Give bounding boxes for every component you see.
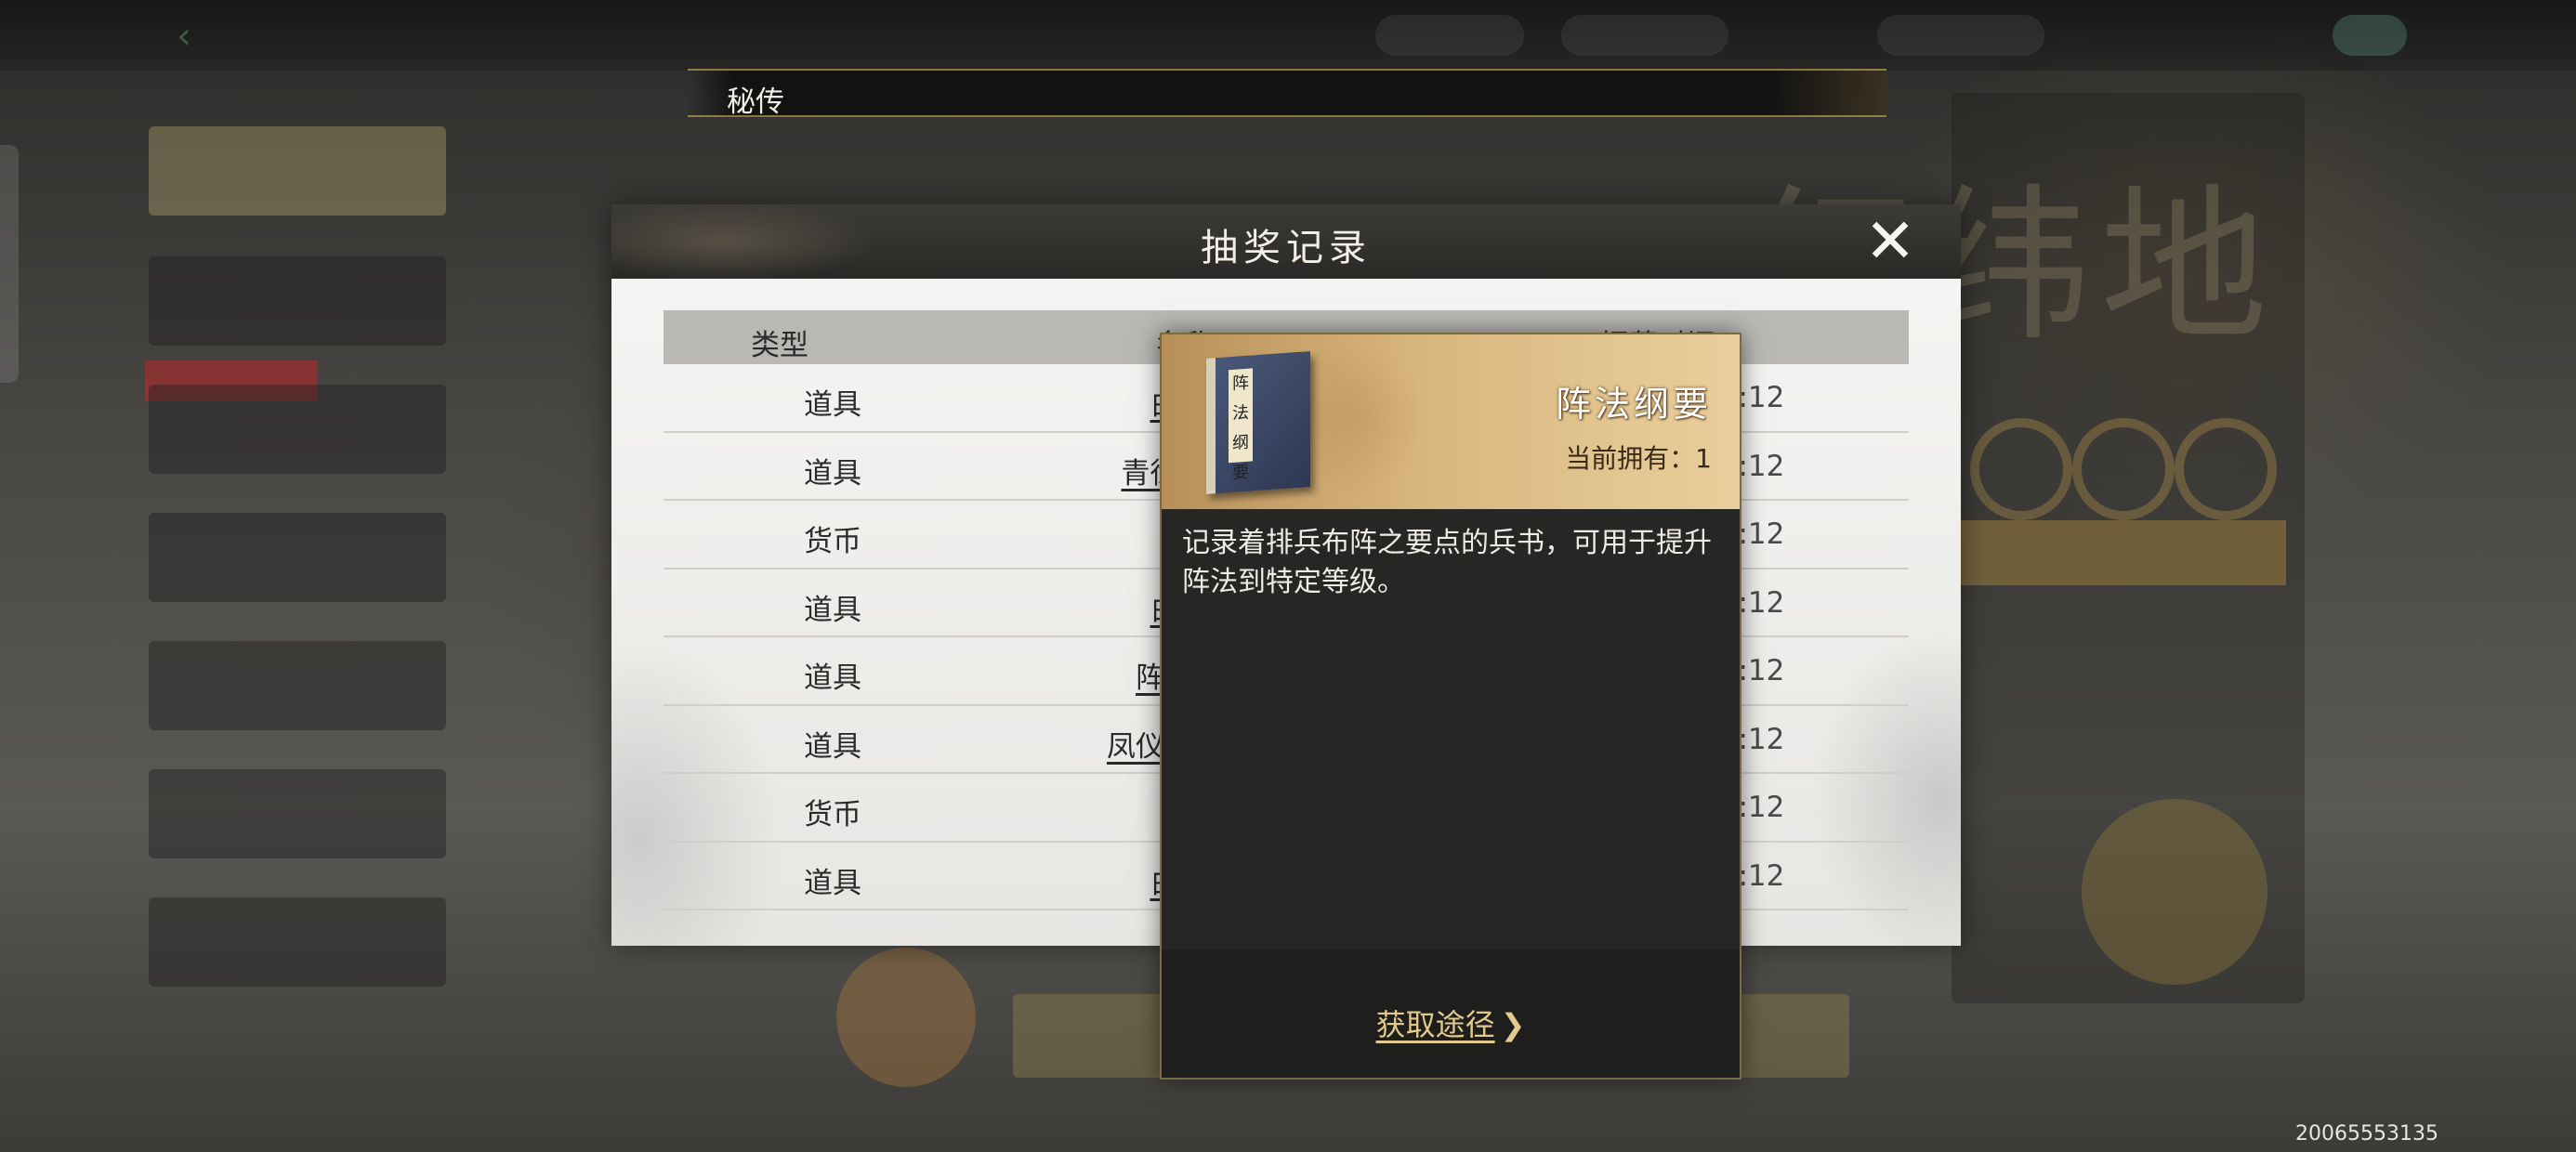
item-tooltip: 阵法纲要 阵法纲要 当前拥有：1 记录着排兵布阵之要点的兵书，可用于提升阵法到特… (1160, 333, 1741, 1080)
reward-ring-blurred (1970, 418, 2072, 520)
row-type: 道具 (804, 866, 861, 900)
get-path-button[interactable]: 获取途径 ❯ (1162, 1001, 1740, 1044)
tooltip-header: 阵法纲要 阵法纲要 当前拥有：1 (1162, 334, 1740, 509)
reward-ring-blurred (2072, 418, 2175, 520)
currency-chip-blurred (1877, 15, 2044, 56)
sidebar-tab-blurred (149, 126, 446, 216)
reward-ring-blurred (2175, 418, 2277, 520)
row-type: 道具 (804, 456, 861, 491)
item-description: 记录着排兵布阵之要点的兵书，可用于提升阵法到特定等级。 (1182, 527, 1712, 598)
orb-blurred (836, 948, 976, 1087)
back-arrow-icon: ‹ (177, 15, 191, 58)
top-bar-blurred (0, 0, 2576, 71)
menu-chip-blurred (2333, 15, 2407, 56)
currency-chip-blurred (1375, 15, 1524, 56)
row-type: 道具 (804, 593, 861, 627)
reward-emblem-blurred (2082, 799, 2267, 985)
chevron-right-icon: ❯ (1500, 1007, 1526, 1042)
column-header-type: 类型 (751, 329, 808, 362)
title-banner: 秘传 (688, 69, 1886, 119)
row-type: 道具 (804, 388, 861, 422)
sidebar-tab-blurred (149, 513, 446, 602)
sidebar-tab-blurred (149, 897, 446, 987)
close-icon[interactable]: ✕ (1860, 211, 1920, 273)
sidebar-tab-blurred (149, 256, 446, 346)
get-path-label: 获取途径 (1375, 1007, 1495, 1042)
row-type: 道具 (804, 661, 861, 695)
dialog-title: 抽奖记录 (1201, 227, 1372, 269)
book-title-strip: 阵法纲要 (1229, 368, 1253, 483)
book-icon: 阵法纲要 (1206, 351, 1310, 494)
row-type: 道具 (804, 729, 861, 764)
side-handle (0, 145, 19, 383)
banner-title: 秘传 (727, 85, 784, 119)
user-id: 20065553135 (2295, 1122, 2438, 1145)
sidebar-tab-blurred (149, 769, 446, 858)
item-name: 阵法纲要 (1555, 384, 1712, 425)
sidebar-tab-blurred (149, 385, 446, 474)
dialog-header: 抽奖记录 ✕ (611, 204, 1961, 279)
owned-count: 当前拥有：1 (1565, 443, 1712, 474)
row-type: 货币 (804, 525, 861, 558)
progress-bar-blurred (1952, 520, 2286, 585)
row-type: 货币 (804, 798, 861, 831)
sidebar-tab-blurred (149, 641, 446, 730)
currency-chip-blurred (1561, 15, 1728, 56)
